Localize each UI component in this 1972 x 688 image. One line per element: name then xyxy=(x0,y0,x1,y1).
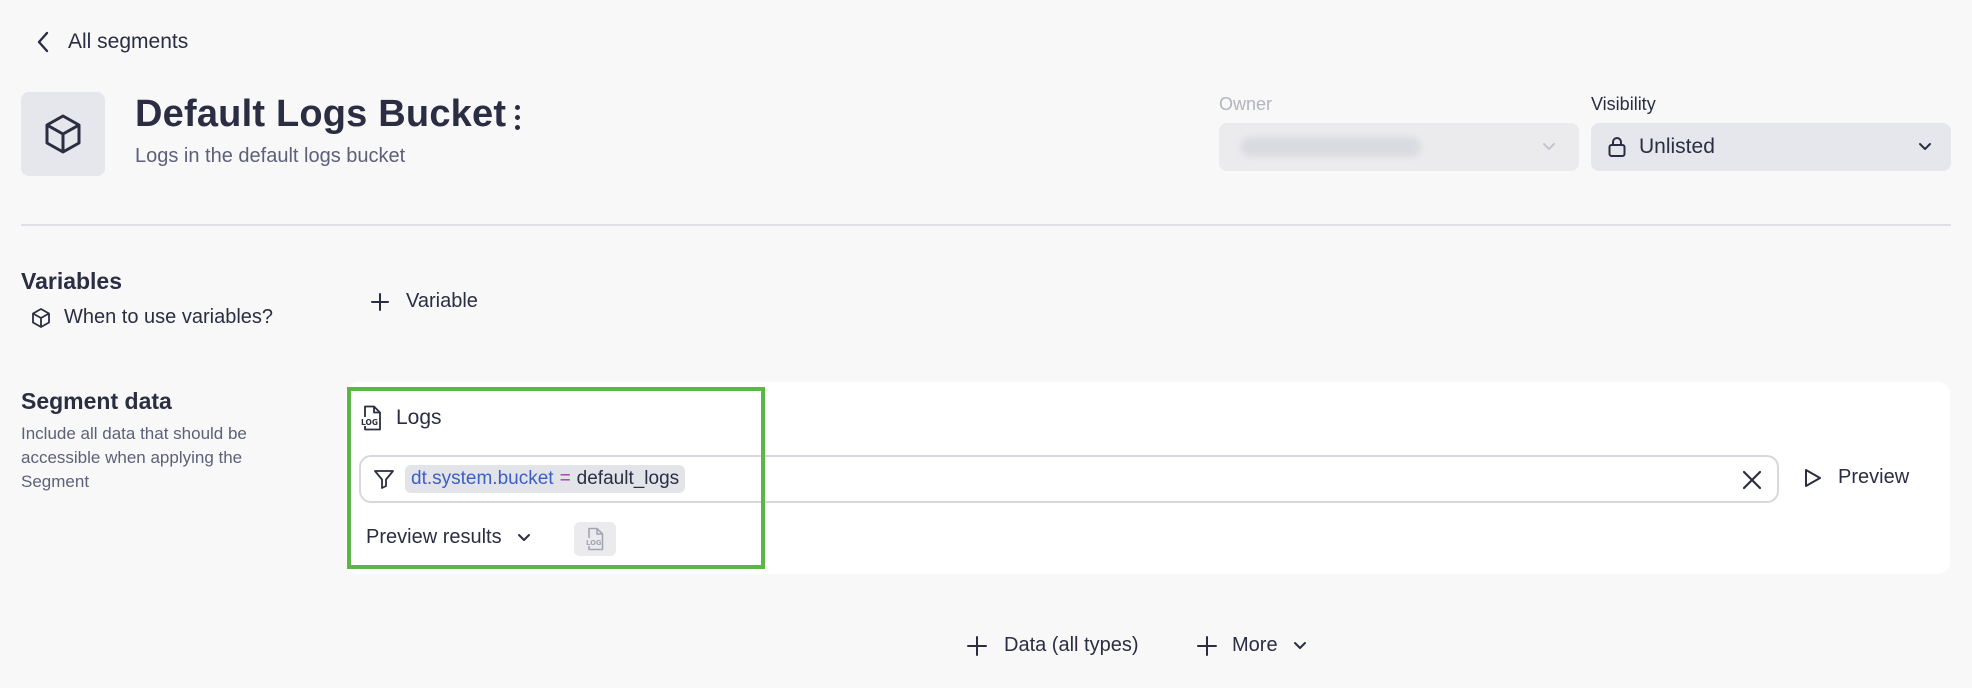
kebab-dot-icon xyxy=(514,114,520,120)
chevron-down-icon xyxy=(1541,139,1557,155)
chevron-down-icon xyxy=(1292,638,1308,654)
more-label: More xyxy=(1232,634,1278,656)
segment-data-description: Include all data that should be accessib… xyxy=(21,424,247,491)
visibility-select[interactable]: Unlisted xyxy=(1591,123,1951,171)
add-data-label: Data (all types) xyxy=(1004,634,1139,656)
more-options-button[interactable] xyxy=(505,102,529,132)
preview-button-label: Preview xyxy=(1838,466,1910,488)
preview-button[interactable]: Preview xyxy=(1804,466,1909,489)
add-variable-button[interactable]: Variable xyxy=(370,290,478,313)
page-subtitle: Logs in the default logs bucket xyxy=(135,145,406,167)
play-icon xyxy=(1804,468,1822,488)
segment-data-heading: Segment data xyxy=(21,388,172,414)
visibility-label: Visibility xyxy=(1591,94,1656,114)
header-divider xyxy=(21,224,1951,226)
owner-label: Owner xyxy=(1219,94,1273,114)
kebab-dot-icon xyxy=(514,124,520,130)
variables-heading: Variables xyxy=(21,268,123,294)
chevron-left-icon xyxy=(36,31,50,53)
back-link-label: All segments xyxy=(68,30,189,53)
cube-icon xyxy=(41,112,85,156)
variables-help-link[interactable]: When to use variables? xyxy=(30,306,273,329)
more-menu-button[interactable]: More xyxy=(1196,634,1308,657)
clear-filter-button[interactable] xyxy=(1741,469,1763,491)
plus-icon xyxy=(1196,635,1218,657)
back-to-all-segments-link[interactable]: All segments xyxy=(36,30,188,54)
page-title: Default Logs Bucket xyxy=(135,93,507,135)
owner-select xyxy=(1219,123,1579,171)
plus-icon xyxy=(966,635,988,657)
segment-icon-tile xyxy=(21,92,105,176)
highlight-annotation-box xyxy=(347,387,765,569)
add-data-button[interactable]: Data (all types) xyxy=(966,634,1139,657)
add-variable-label: Variable xyxy=(406,290,478,312)
variables-help-label: When to use variables? xyxy=(64,306,274,328)
cube-icon xyxy=(30,307,52,329)
lock-icon xyxy=(1607,136,1627,158)
plus-icon xyxy=(370,292,390,312)
owner-value-redacted xyxy=(1241,137,1421,157)
chevron-down-icon xyxy=(1917,139,1933,155)
kebab-dot-icon xyxy=(514,104,520,110)
visibility-value: Unlisted xyxy=(1639,135,1715,158)
